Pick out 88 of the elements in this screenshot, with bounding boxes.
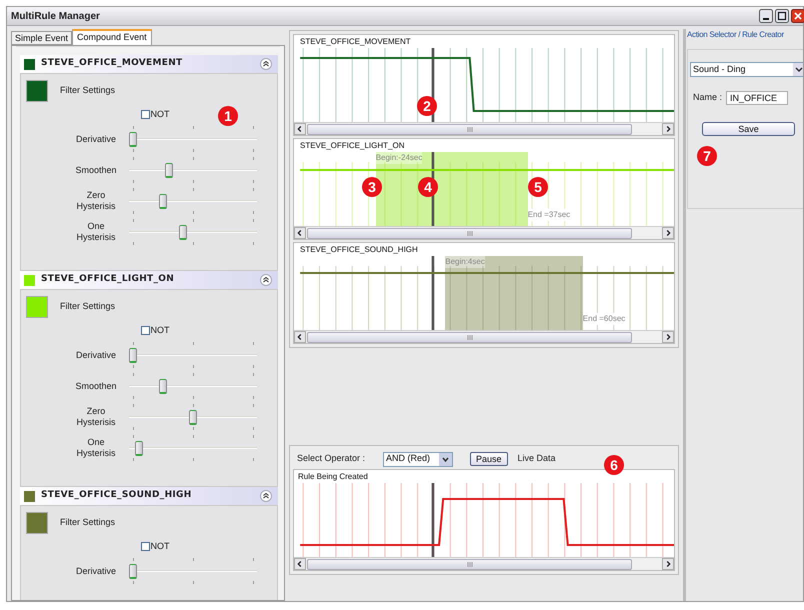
scroll-right-button[interactable] [662, 123, 674, 135]
slider-label: Derivative [74, 566, 117, 576]
event-name: STEVE_OFFICE_SOUND_HIGH [41, 489, 192, 502]
horizontal-scrollbar[interactable] [294, 122, 674, 135]
color-swatch[interactable] [26, 512, 48, 534]
scroll-left-button[interactable] [294, 227, 306, 239]
not-label: NOT [150, 108, 170, 121]
maximize-button[interactable] [775, 9, 789, 23]
slider-thumb[interactable] [165, 163, 173, 178]
slider[interactable] [129, 435, 257, 461]
slider[interactable] [129, 342, 257, 368]
slider-thumb[interactable] [129, 348, 137, 363]
not-label: NOT [150, 324, 170, 337]
slider-label: One Hysterisis [75, 221, 116, 243]
slider-thumb[interactable] [159, 194, 167, 209]
save-button[interactable]: Save [702, 122, 795, 136]
event-header[interactable]: STEVE_OFFICE_SOUND_HIGH [20, 487, 278, 505]
filter-settings-label: Filter Settings [60, 84, 116, 98]
color-swatch[interactable] [26, 296, 48, 318]
horizontal-scrollbar[interactable] [294, 557, 674, 570]
not-label: NOT [150, 540, 170, 553]
live-data-label: Live Data [518, 452, 556, 466]
collapse-icon[interactable] [260, 58, 272, 70]
scroll-right-button[interactable] [662, 558, 674, 570]
slider[interactable] [129, 188, 257, 214]
collapse-icon[interactable] [260, 274, 272, 286]
signal-title: STEVE_OFFICE_MOVEMENT [299, 36, 412, 48]
tab[interactable]: Simple Event [11, 31, 72, 45]
window-end-label: End =37sec [528, 209, 570, 221]
filter-settings-label: Filter Settings [60, 516, 116, 530]
event-name: STEVE_OFFICE_MOVEMENT [41, 57, 182, 70]
tab[interactable]: Compound Event [72, 29, 152, 45]
slider-label: Zero Hysterisis [75, 406, 116, 428]
operator-dropdown[interactable]: AND (Red) [383, 452, 453, 466]
horizontal-scrollbar[interactable] [294, 226, 674, 239]
action-dropdown[interactable]: Sound - Ding [690, 62, 803, 77]
close-button[interactable] [791, 9, 804, 23]
slider-thumb[interactable] [129, 132, 137, 147]
slider[interactable] [129, 126, 257, 152]
signal-title: STEVE_OFFICE_SOUND_HIGH [299, 244, 419, 256]
window-begin-label: Begin:-24sec [376, 152, 422, 164]
operator-label: Select Operator : [297, 452, 366, 466]
scroll-thumb[interactable] [307, 124, 632, 134]
slider-label: One Hysterisis [75, 437, 116, 459]
event-header[interactable]: STEVE_OFFICE_LIGHT_ON [20, 271, 278, 289]
slider-label: Smoothen [74, 380, 118, 392]
slider-label: Zero Hysterisis [75, 190, 116, 212]
not-checkbox[interactable] [140, 326, 150, 336]
slider-thumb[interactable] [159, 379, 167, 394]
scroll-thumb[interactable] [307, 558, 632, 570]
window-end-label: End =60sec [582, 313, 626, 325]
slider-label: Smoothen [74, 164, 118, 176]
slider-thumb[interactable] [135, 441, 143, 456]
slider[interactable] [129, 157, 257, 183]
slider-thumb[interactable] [189, 410, 197, 425]
slider[interactable] [129, 404, 257, 430]
minimize-button[interactable] [759, 9, 773, 23]
collapse-icon[interactable] [260, 490, 272, 502]
pause-button[interactable]: Pause [470, 452, 508, 466]
scroll-thumb[interactable] [307, 228, 632, 238]
scroll-right-button[interactable] [662, 227, 674, 239]
section-title: Action Selector / Rule Creator [687, 29, 785, 41]
horizontal-scrollbar[interactable] [294, 330, 674, 343]
not-checkbox[interactable] [140, 110, 150, 120]
rule-title: Rule Being Created [297, 471, 369, 483]
not-checkbox[interactable] [140, 542, 150, 552]
slider[interactable] [129, 558, 257, 584]
scroll-left-button[interactable] [294, 558, 306, 570]
window-title: MultiRule Manager [11, 10, 100, 24]
scroll-left-button[interactable] [294, 123, 306, 135]
event-name: STEVE_OFFICE_LIGHT_ON [41, 273, 174, 286]
slider-label: Derivative [74, 350, 117, 360]
scroll-left-button[interactable] [294, 331, 306, 343]
slider[interactable] [129, 373, 257, 399]
scroll-thumb[interactable] [307, 332, 632, 342]
slider-thumb[interactable] [129, 564, 137, 579]
slider-thumb[interactable] [179, 225, 188, 240]
slider[interactable] [129, 219, 257, 245]
filter-settings-label: Filter Settings [60, 300, 116, 314]
dropdown-arrow-icon[interactable] [793, 63, 803, 76]
event-header[interactable]: STEVE_OFFICE_MOVEMENT [20, 55, 278, 73]
window-begin-label: Begin:4sec [445, 256, 485, 268]
name-label: Name : [693, 91, 722, 104]
color-swatch[interactable] [26, 80, 48, 102]
signal-title: STEVE_OFFICE_LIGHT_ON [299, 140, 406, 152]
name-field[interactable]: IN_OFFICE [726, 91, 788, 105]
scroll-right-button[interactable] [662, 331, 674, 343]
slider-label: Derivative [74, 134, 117, 144]
